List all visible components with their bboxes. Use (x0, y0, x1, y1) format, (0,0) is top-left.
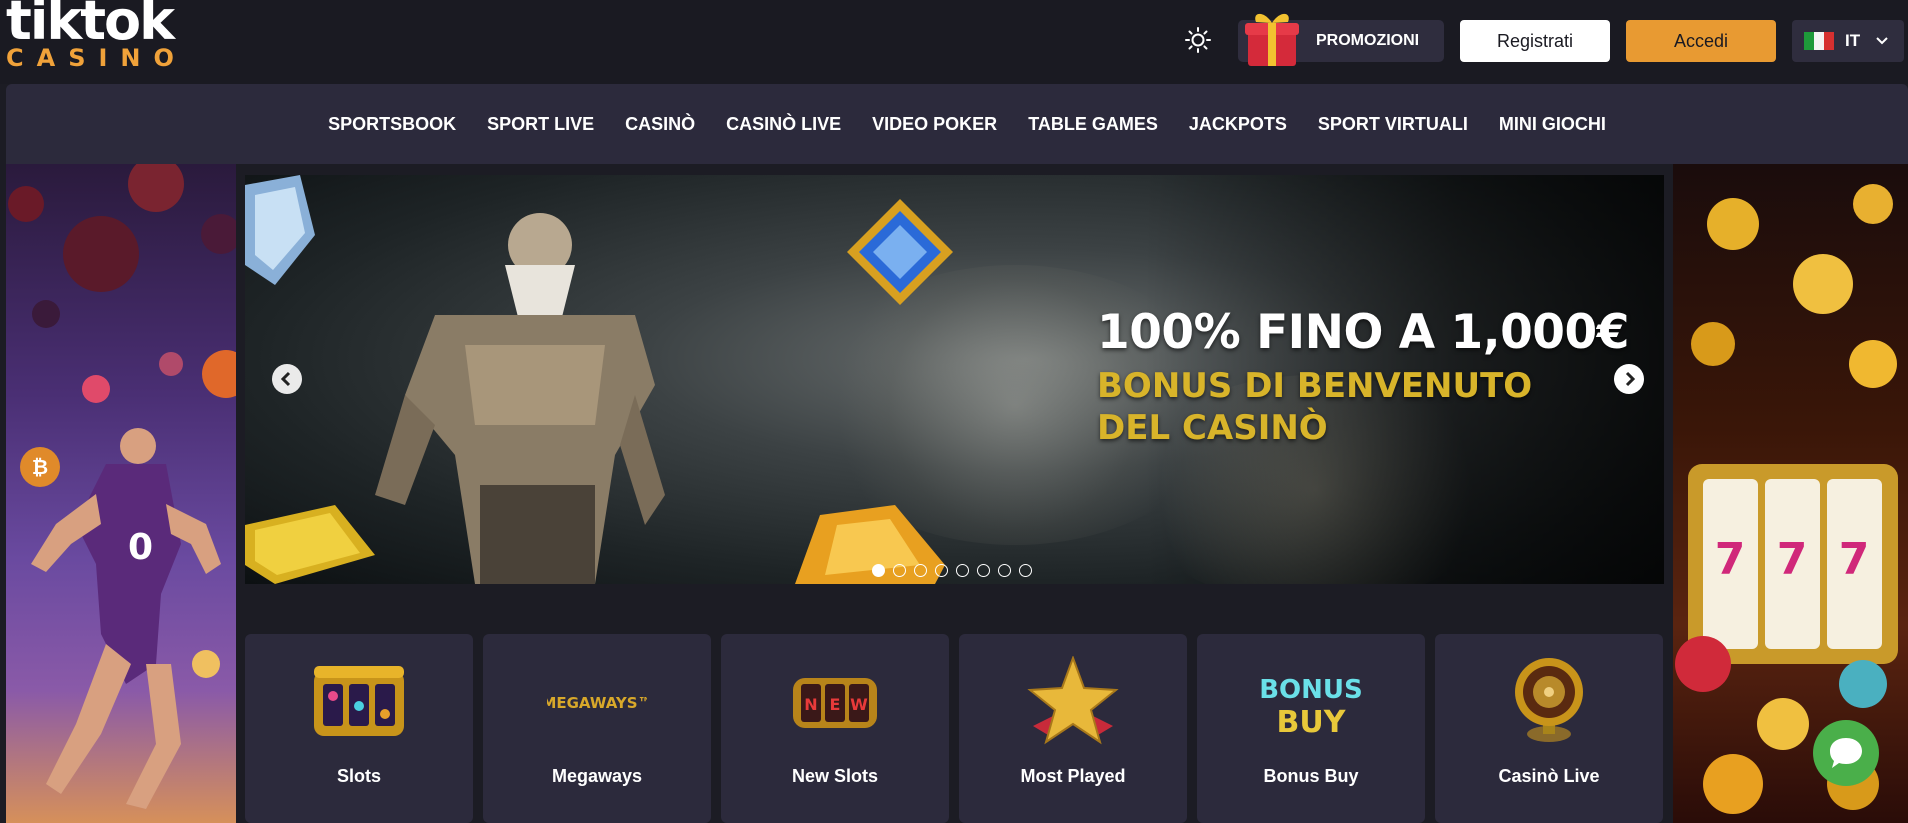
category-label: Most Played (1020, 766, 1126, 786)
bonus-buy-logo-text: BONUS (1261, 675, 1361, 705)
slot-machine-icon (314, 666, 404, 736)
right-side-banner[interactable]: 7 7 7 (1673, 164, 1908, 823)
chat-button[interactable] (1813, 720, 1879, 786)
svg-text:₿: ₿ (32, 455, 48, 479)
site-logo[interactable]: tiktok CASINO (6, 0, 196, 80)
nav-item-video-poker[interactable]: VIDEO POKER (872, 114, 997, 135)
header: tiktok CASINO PROMOZIONI Registrati Acce… (0, 0, 1908, 84)
slider-dots (872, 564, 1032, 577)
gift-icon (1245, 13, 1299, 66)
reel-letter: E (830, 695, 841, 714)
nav-item-table-games[interactable]: TABLE GAMES (1028, 114, 1158, 135)
category-label: Slots (336, 766, 381, 786)
football-player-illustration: ₿ 0 (8, 164, 236, 809)
nav-item-sportsbook[interactable]: SPORTSBOOK (328, 114, 456, 135)
category-card-bonus-buy[interactable]: BONUS BUY Bonus Buy (1197, 634, 1425, 823)
main-nav: SPORTSBOOK SPORT LIVE CASINÒ CASINÒ LIVE… (6, 84, 1908, 164)
theme-toggle-button[interactable] (1184, 26, 1212, 54)
category-cards: Slots MEGAWAYS™ Megaways N E W New Slots… (245, 634, 1665, 823)
slider-dot[interactable] (956, 564, 969, 577)
category-card-casino-live[interactable]: Casinò Live (1435, 634, 1663, 823)
megaways-logo: MEGAWAYS™ (547, 694, 647, 712)
sun-icon (1185, 27, 1211, 53)
register-button[interactable]: Registrati (1460, 20, 1610, 62)
nav-item-casino-live[interactable]: CASINÒ LIVE (726, 114, 841, 135)
reel-letter: N (804, 695, 817, 714)
category-label: Bonus Buy (1263, 766, 1359, 786)
slider-dot[interactable] (1019, 564, 1032, 577)
language-selector[interactable]: IT (1792, 20, 1904, 62)
svg-text:0: 0 (128, 527, 153, 568)
roulette-icon (1515, 658, 1583, 742)
italy-flag-icon (1804, 32, 1834, 50)
hero-slider[interactable]: 100% FINO A 1,000€ BONUS DI BENVENUTO DE… (245, 175, 1664, 584)
category-card-most-played[interactable]: Most Played (959, 634, 1187, 823)
nav-item-sport-virtuali[interactable]: SPORT VIRTUALI (1318, 114, 1468, 135)
svg-text:7: 7 (1715, 534, 1746, 585)
chevron-right-icon (1625, 371, 1636, 387)
category-label: New Slots (791, 766, 879, 786)
nav-item-casino[interactable]: CASINÒ (625, 114, 695, 135)
gold-bar-illustration (245, 505, 375, 584)
ice-gem-illustration (245, 175, 315, 285)
chat-bubble-icon (1830, 738, 1862, 768)
slider-dot[interactable] (977, 564, 990, 577)
slot-machine-illustration: 7 7 7 (1675, 184, 1898, 814)
bonus-buy-logo-text: BUY (1277, 705, 1347, 740)
blue-gem-illustration (847, 199, 953, 305)
megaways-logo-text: MEGAWAYS™ (547, 694, 647, 712)
left-side-banner[interactable]: ₿ 0 (6, 164, 236, 823)
nav-item-jackpots[interactable]: JACKPOTS (1189, 114, 1287, 135)
category-label: Megaways (551, 766, 643, 786)
language-code: IT (1845, 31, 1861, 50)
promotions-button[interactable]: PROMOZIONI (1238, 13, 1444, 66)
nav-item-sport-live[interactable]: SPORT LIVE (487, 114, 594, 135)
slider-next-button[interactable] (1614, 364, 1644, 394)
new-slots-icon: N E W (793, 678, 877, 728)
svg-text:7: 7 (1839, 534, 1870, 585)
slider-dot[interactable] (872, 564, 885, 577)
slider-dot[interactable] (935, 564, 948, 577)
hero-title: 100% FINO A 1,000€ (1097, 305, 1629, 360)
zeus-illustration (375, 213, 665, 584)
category-card-slots[interactable]: Slots (245, 634, 473, 823)
nav-list: SPORTSBOOK SPORT LIVE CASINÒ CASINÒ LIVE… (6, 84, 1908, 164)
chevron-down-icon (1876, 37, 1888, 45)
category-card-megaways[interactable]: MEGAWAYS™ Megaways (483, 634, 711, 823)
login-button[interactable]: Accedi (1626, 20, 1776, 62)
logo-wordmark: tiktok (6, 0, 175, 52)
category-label: Casinò Live (1498, 766, 1600, 786)
slider-dot[interactable] (914, 564, 927, 577)
slider-dot[interactable] (893, 564, 906, 577)
category-card-new-slots[interactable]: N E W New Slots (721, 634, 949, 823)
chevron-left-icon (280, 371, 291, 387)
svg-text:7: 7 (1777, 534, 1808, 585)
hero-subtitle: BONUS DI BENVENUTO DEL CASINÒ (1097, 366, 1533, 448)
reel-letter: W (850, 695, 868, 714)
promotions-label: PROMOZIONI (1316, 32, 1420, 49)
logo-subtitle: CASINO (6, 44, 187, 72)
slider-dot[interactable] (998, 564, 1011, 577)
star-icon (1027, 656, 1119, 745)
nav-item-mini-giochi[interactable]: MINI GIOCHI (1499, 114, 1606, 135)
slider-prev-button[interactable] (272, 364, 302, 394)
bonus-buy-logo: BONUS BUY (1261, 675, 1361, 740)
